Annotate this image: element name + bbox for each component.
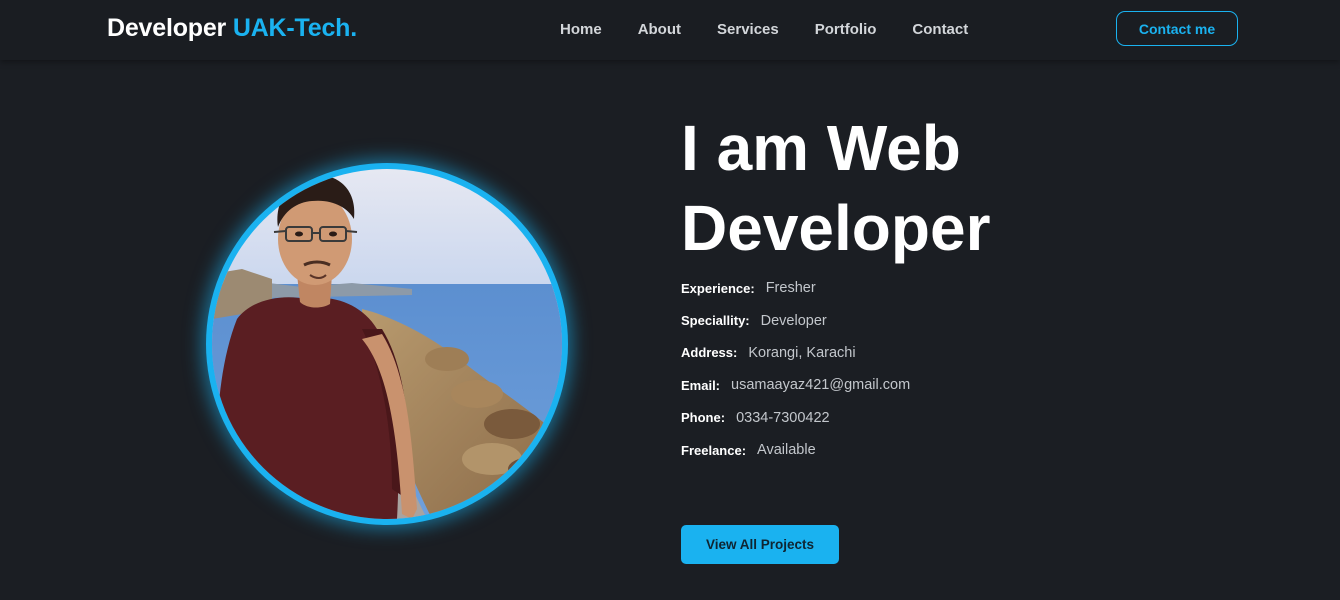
info-row-freelance: Freelance: Available bbox=[681, 434, 1101, 466]
info-value: Developer bbox=[760, 312, 827, 329]
nav-services-link[interactable]: Services bbox=[717, 21, 779, 38]
info-row-email: Email: usamaayaz421@gmail.com bbox=[681, 369, 1101, 401]
nav-menu: Home About Services Portfolio Contact bbox=[560, 21, 968, 38]
info-label: Speciallity: bbox=[681, 313, 750, 329]
navbar: Developer UAK-Tech. Home About Services … bbox=[0, 0, 1340, 60]
nav-portfolio-link[interactable]: Portfolio bbox=[815, 21, 877, 38]
info-value: Fresher bbox=[765, 280, 816, 297]
nav-about-link[interactable]: About bbox=[638, 21, 681, 38]
hero-title-line2: Developer bbox=[681, 192, 991, 264]
info-label: Experience: bbox=[681, 280, 755, 296]
profile-photo bbox=[212, 169, 562, 519]
info-label: Address: bbox=[681, 345, 738, 361]
info-label: Email: bbox=[681, 377, 721, 393]
info-row-address: Address: Korangi, Karachi bbox=[681, 337, 1101, 369]
hero-title: I am Web Developer bbox=[681, 108, 1101, 268]
info-row-experience: Experience: Fresher bbox=[681, 272, 1101, 304]
info-list: Experience: Fresher Speciallity: Develop… bbox=[681, 272, 1101, 466]
info-value: Korangi, Karachi bbox=[748, 344, 856, 361]
info-value: usamaayaz421@gmail.com bbox=[731, 377, 911, 394]
brand-name: Developer bbox=[107, 14, 227, 42]
view-all-projects-button[interactable]: View All Projects bbox=[681, 525, 839, 564]
profile-photo-frame bbox=[206, 163, 568, 525]
brand-accent: UAK-Tech. bbox=[232, 14, 357, 42]
info-label: Freelance: bbox=[681, 442, 747, 458]
info-label: Phone: bbox=[681, 410, 726, 426]
info-row-speciality: Speciallity: Developer bbox=[681, 304, 1101, 336]
info-value: Available bbox=[757, 442, 816, 459]
nav-home-link[interactable]: Home bbox=[560, 21, 602, 38]
contact-me-button[interactable]: Contact me bbox=[1116, 11, 1238, 46]
hero-title-line1: I am Web bbox=[681, 112, 961, 184]
nav-contact-link[interactable]: Contact bbox=[912, 21, 968, 38]
info-value: 0334-7300422 bbox=[736, 409, 830, 426]
brand-logo[interactable]: Developer UAK-Tech. bbox=[107, 14, 357, 43]
info-row-phone: Phone: 0334-7300422 bbox=[681, 402, 1101, 434]
